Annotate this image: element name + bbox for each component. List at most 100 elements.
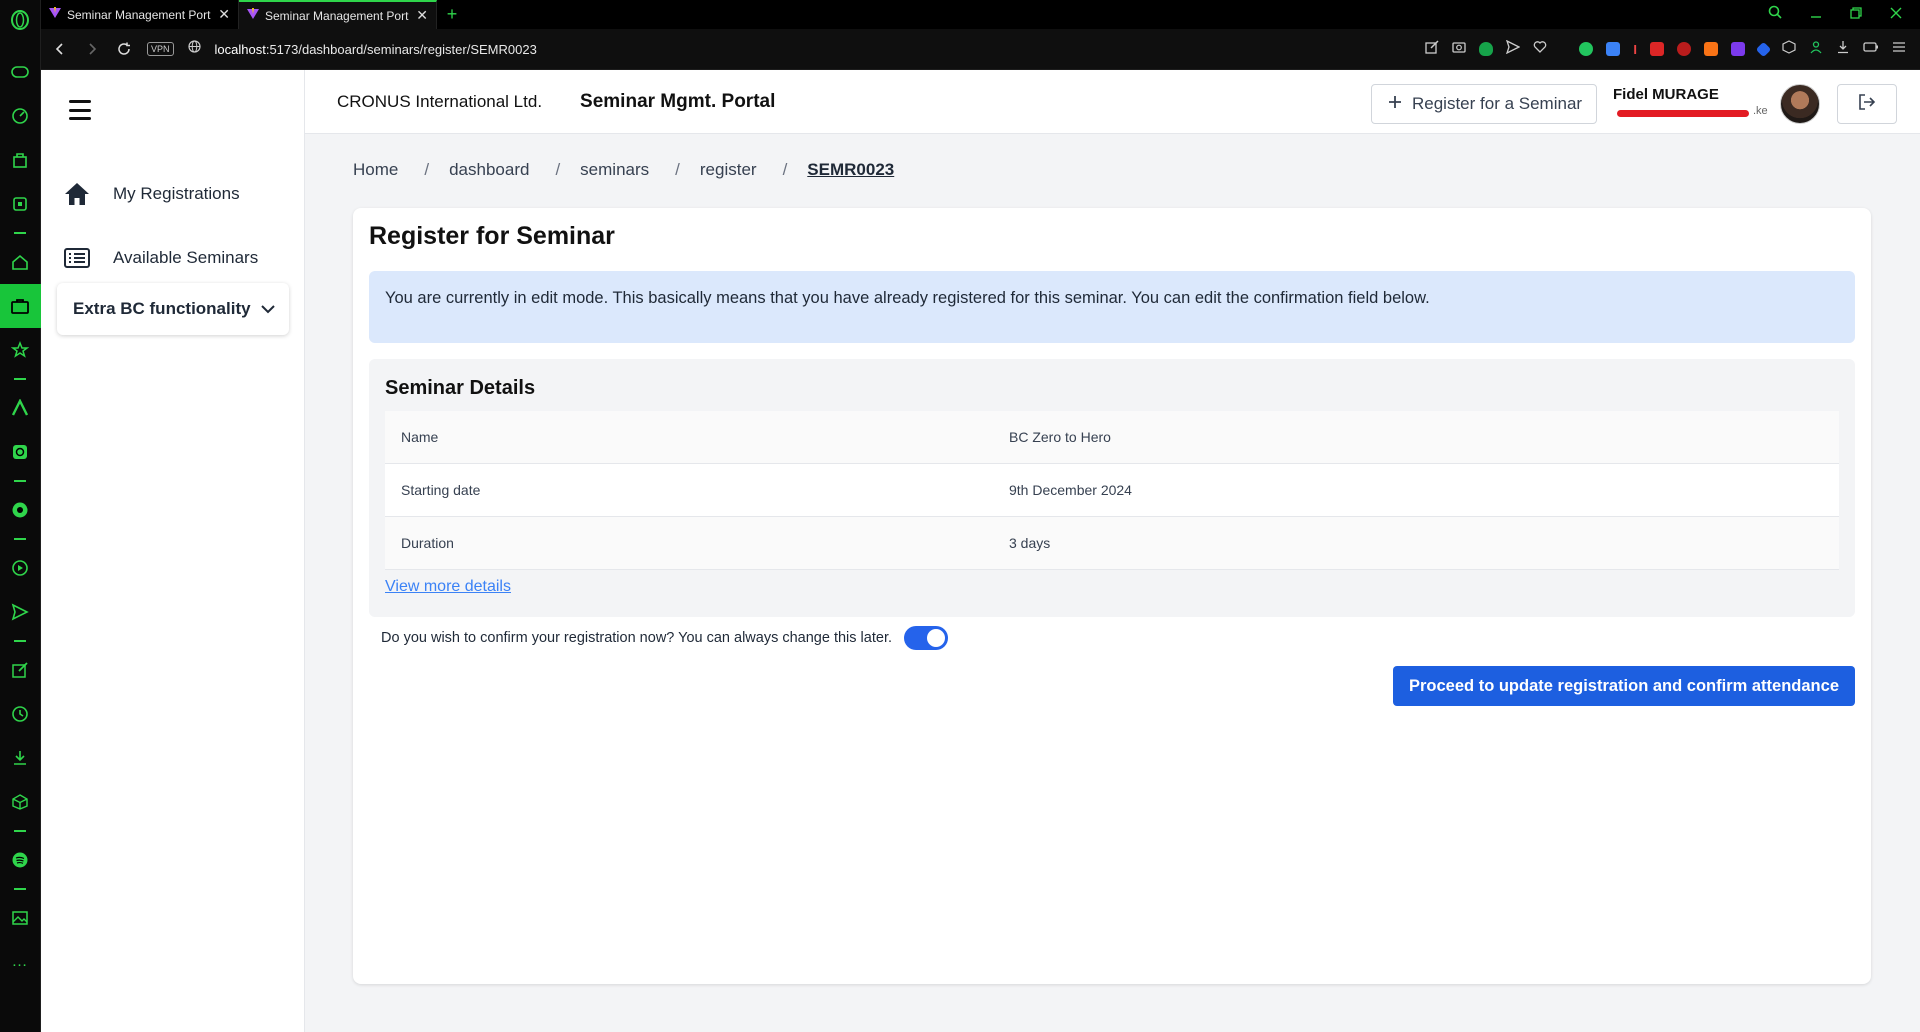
person-extension-icon[interactable]: [1809, 40, 1823, 59]
view-more-details-link[interactable]: View more details: [385, 578, 511, 596]
opera-logo-icon[interactable]: [8, 8, 32, 32]
url-field[interactable]: localhost:5173/dashboard/seminars/regist…: [215, 42, 537, 57]
camera-icon[interactable]: [1452, 40, 1467, 59]
home-browser-icon[interactable]: [0, 240, 41, 284]
vite-favicon-icon: [247, 8, 259, 23]
breadcrumb-separator: /: [555, 160, 561, 179]
sidebar-divider: [14, 830, 26, 832]
briefcase-icon[interactable]: [0, 284, 41, 328]
breadcrumb-separator: /: [782, 160, 788, 179]
avatar[interactable]: [1780, 84, 1820, 124]
detail-value: 9th December 2024: [1009, 482, 1132, 498]
bag-icon[interactable]: [0, 138, 41, 182]
restore-icon[interactable]: [1850, 6, 1862, 24]
browser-tab[interactable]: Seminar Management Port ✕: [41, 0, 239, 29]
user-name: Fidel MURAGE: [1613, 86, 1719, 103]
breadcrumb-register[interactable]: register: [700, 160, 757, 180]
register-for-seminar-button[interactable]: Register for a Seminar: [1371, 84, 1597, 124]
minimize-icon[interactable]: [1810, 6, 1822, 24]
details-table: Name BC Zero to Hero Starting date 9th D…: [385, 411, 1839, 570]
reload-icon[interactable]: [115, 40, 133, 58]
speed-icon[interactable]: [0, 94, 41, 138]
menu-icon[interactable]: [1892, 40, 1906, 58]
sidebar-item-available-seminars[interactable]: Available Seminars: [63, 238, 293, 278]
url-path: :5173/dashboard/seminars/register/SEMR00…: [265, 41, 537, 57]
email-suffix: .ke: [1753, 105, 1768, 117]
confirm-question: Do you wish to confirm your registration…: [381, 630, 892, 646]
more-icon[interactable]: …: [0, 940, 41, 984]
history-icon[interactable]: [0, 692, 41, 736]
breadcrumb: Home / dashboard / seminars / register /…: [353, 160, 894, 180]
vite-favicon-icon: [49, 7, 61, 22]
sidebar-divider: [14, 888, 26, 890]
register-button-label: Register for a Seminar: [1412, 94, 1583, 113]
page-title: Register for Seminar: [369, 222, 615, 250]
confirm-toggle[interactable]: [904, 626, 948, 650]
download-bar-icon[interactable]: [1836, 40, 1850, 59]
extra-bc-functionality-dropdown[interactable]: Extra BC functionality: [57, 283, 289, 335]
send-icon[interactable]: [0, 590, 41, 634]
close-window-icon[interactable]: [1890, 6, 1902, 24]
detail-key: Name: [401, 429, 439, 445]
hamburger-menu-icon[interactable]: [69, 100, 91, 120]
shield-extension-icon[interactable]: [1479, 42, 1494, 56]
detail-key: Starting date: [401, 482, 481, 498]
close-tab-icon[interactable]: ✕: [416, 7, 428, 24]
download-icon[interactable]: [0, 736, 41, 780]
red-extension-icon[interactable]: [1650, 42, 1664, 56]
sidebar-divider: [14, 378, 26, 380]
confirm-registration-row: Do you wish to confirm your registration…: [381, 626, 948, 650]
email-redaction: [1617, 110, 1749, 117]
search-tabs-icon[interactable]: [1768, 5, 1782, 24]
blue-extension-icon[interactable]: [1606, 42, 1621, 56]
sidebar-divider: [14, 640, 26, 642]
tab-title: Seminar Management Port: [265, 8, 409, 23]
box-extension-icon[interactable]: [1782, 39, 1796, 59]
battery-icon[interactable]: [1863, 40, 1879, 58]
graduation-icon[interactable]: [1755, 41, 1772, 57]
send-extension-icon[interactable]: [1506, 39, 1521, 59]
player-icon[interactable]: [0, 546, 41, 590]
browser-tab-active[interactable]: Seminar Management Port ✕: [239, 0, 437, 29]
pin-edit-icon[interactable]: [1425, 39, 1439, 59]
spotify-icon[interactable]: [0, 838, 41, 882]
back-icon[interactable]: [51, 40, 69, 58]
edit-icon[interactable]: [0, 648, 41, 692]
whatsapp-icon[interactable]: [0, 488, 41, 532]
proceed-button[interactable]: Proceed to update registration and confi…: [1393, 666, 1855, 706]
sidebar-divider: [14, 538, 26, 540]
star-icon[interactable]: [0, 328, 41, 372]
purple-extension-icon[interactable]: [1731, 42, 1745, 56]
gallery-icon[interactable]: [0, 896, 41, 940]
heart-icon[interactable]: [1533, 40, 1547, 59]
gamepad-icon[interactable]: [0, 50, 41, 94]
company-name: CRONUS International Ltd.: [337, 91, 543, 111]
chatgpt-icon[interactable]: [0, 430, 41, 474]
target-extension-icon[interactable]: [1579, 42, 1594, 56]
edit-mode-alert: You are currently in edit mode. This bas…: [369, 271, 1855, 343]
fox-extension-icon[interactable]: [1704, 42, 1718, 56]
sidebar-divider: [14, 480, 26, 482]
breadcrumb-current[interactable]: SEMR0023: [807, 160, 894, 180]
breadcrumb-dashboard[interactable]: dashboard: [449, 160, 529, 180]
aria-icon[interactable]: [0, 386, 41, 430]
vpn-badge[interactable]: VPN: [147, 42, 174, 56]
cursor-extension-icon[interactable]: I: [1633, 42, 1637, 57]
breadcrumb-home[interactable]: Home: [353, 160, 398, 180]
detail-value: 3 days: [1009, 535, 1051, 551]
ublock-icon[interactable]: [1677, 42, 1691, 56]
window-controls: [1768, 0, 1920, 29]
logout-button[interactable]: [1837, 84, 1897, 124]
extensions-bar: I: [1425, 39, 1920, 59]
sidebar-item-my-registrations[interactable]: My Registrations: [63, 174, 293, 214]
home-icon: [63, 182, 91, 206]
chip-icon[interactable]: [0, 182, 41, 226]
close-tab-icon[interactable]: ✕: [218, 6, 230, 23]
breadcrumb-seminars[interactable]: seminars: [580, 160, 649, 180]
cube-icon[interactable]: [0, 780, 41, 824]
new-tab-icon[interactable]: +: [437, 0, 467, 29]
globe-icon: [187, 40, 201, 58]
plus-icon: [1388, 94, 1402, 114]
forward-icon[interactable]: [83, 40, 101, 58]
app-header: CRONUS International Ltd. Seminar Mgmt. …: [305, 70, 1920, 134]
